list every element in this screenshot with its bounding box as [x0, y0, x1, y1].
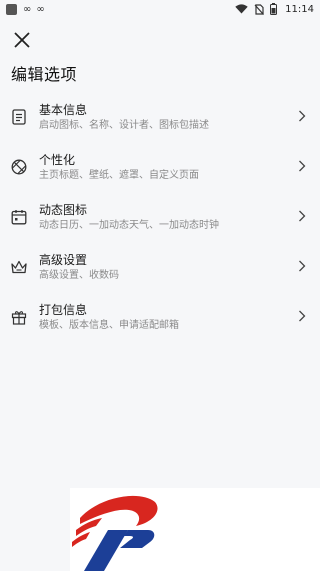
- menu-item-title: 高级设置: [39, 253, 88, 267]
- chevron-right-icon: [299, 110, 306, 122]
- menu-item-title: 个性化: [39, 153, 76, 167]
- menu-item-advanced-settings[interactable]: 高级设置 高级设置、收数码: [0, 242, 320, 292]
- infinity-icon: ∞: [23, 3, 31, 15]
- menu-item-subtitle: 主页标题、壁纸、遮罩、自定义页面: [39, 170, 199, 181]
- chevron-right-icon: [299, 310, 306, 322]
- menu-item-subtitle: 模板、版本信息、申请适配邮箱: [39, 320, 179, 331]
- menu-item-title: 基本信息: [39, 103, 88, 117]
- status-right: 11:14: [235, 3, 314, 15]
- palette-icon: [10, 158, 28, 176]
- chevron-right-icon: [299, 210, 306, 222]
- menu-item-subtitle: 动态日历、一加动态天气、一加动态时钟: [39, 220, 219, 231]
- status-time: 11:14: [285, 3, 314, 15]
- gift-icon: [10, 308, 28, 326]
- menu-item-basic-info[interactable]: 基本信息 启动图标、名称、设计者、图标包描述: [0, 92, 320, 142]
- menu-item-personalization[interactable]: 个性化 主页标题、壁纸、遮罩、自定义页面: [0, 142, 320, 192]
- status-bar: ∞ ∞ 11:14: [0, 0, 320, 18]
- menu-item-dynamic-icons[interactable]: 动态图标 动态日历、一加动态天气、一加动态时钟: [0, 192, 320, 242]
- close-icon: [14, 32, 30, 48]
- menu-item-subtitle: 高级设置、收数码: [39, 270, 119, 281]
- calendar-icon: [10, 208, 28, 226]
- menu-item-title: 动态图标: [39, 203, 88, 217]
- close-button[interactable]: [9, 27, 35, 53]
- wifi-icon: [235, 4, 248, 14]
- chevron-right-icon: [299, 260, 306, 272]
- crown-icon: [10, 258, 28, 276]
- status-left: ∞ ∞: [6, 3, 45, 15]
- chevron-right-icon: [299, 160, 306, 172]
- no-sim-icon: [254, 3, 265, 15]
- brand-logo-icon: [72, 495, 158, 571]
- page-title: 编辑选项: [11, 65, 78, 84]
- battery-icon: [270, 3, 278, 15]
- options-menu: 基本信息 启动图标、名称、设计者、图标包描述 个性化 主页标题、壁纸、遮罩、自定…: [0, 92, 320, 342]
- menu-item-subtitle: 启动图标、名称、设计者、图标包描述: [39, 120, 209, 131]
- watermark-box: [70, 488, 320, 571]
- menu-item-package-info[interactable]: 打包信息 模板、版本信息、申请适配邮箱: [0, 292, 320, 342]
- app-square-icon: [6, 3, 17, 15]
- document-icon: [10, 108, 28, 126]
- menu-item-title: 打包信息: [39, 303, 88, 317]
- infinity-icon: ∞: [36, 3, 44, 15]
